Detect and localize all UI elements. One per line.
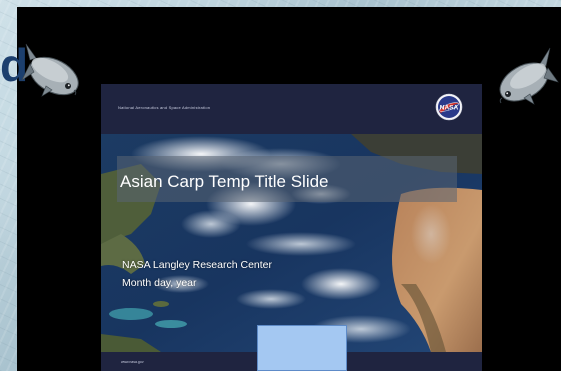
research-center-line[interactable]: NASA Langley Research Center (122, 259, 272, 271)
nasa-logo-icon: NASA (435, 93, 463, 121)
agency-name: National Aeronautics and Space Administr… (118, 105, 211, 110)
date-line[interactable]: Month day, year (122, 277, 197, 289)
slide-title[interactable]: Asian Carp Temp Title Slide (120, 172, 329, 192)
footer-url: www.nasa.gov (121, 360, 144, 364)
nasa-logo-text: NASA (440, 105, 459, 112)
right-carp-icon (499, 47, 559, 105)
slide-header-bar: National Aeronautics and Space Administr… (101, 84, 482, 134)
left-carp-icon (21, 43, 79, 97)
placeholder-box[interactable] (257, 325, 347, 371)
